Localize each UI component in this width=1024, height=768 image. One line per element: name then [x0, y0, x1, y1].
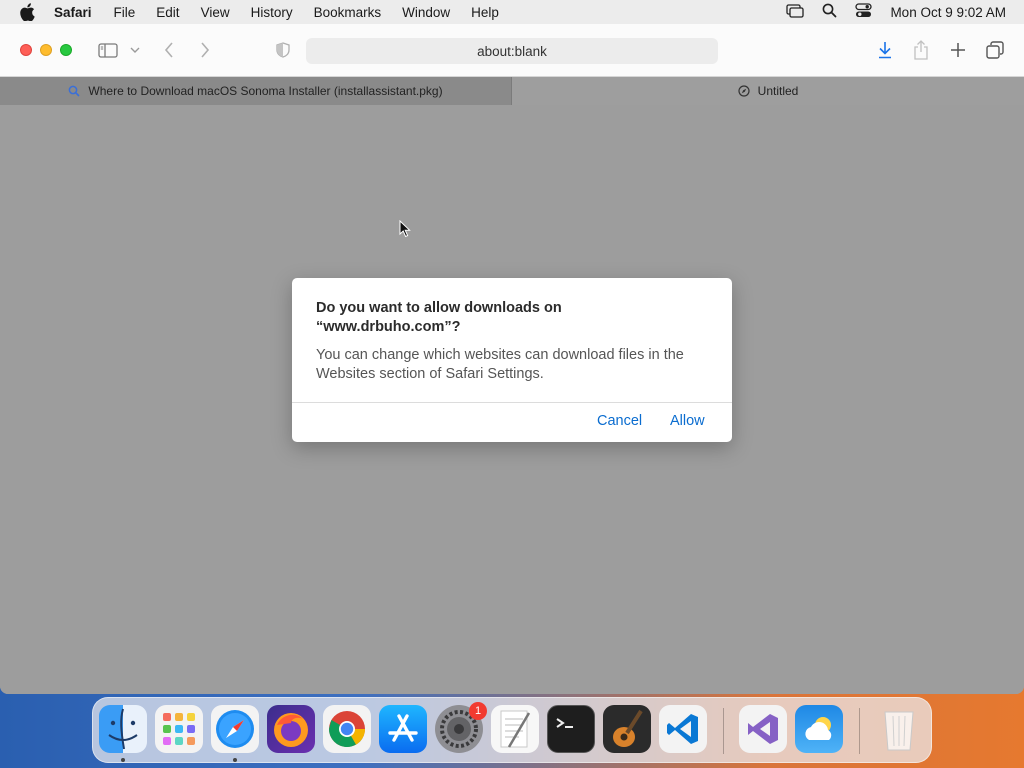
- menu-bar: Safari File Edit View History Bookmarks …: [0, 0, 1024, 24]
- menu-help[interactable]: Help: [471, 5, 499, 20]
- address-text: about:blank: [477, 43, 547, 59]
- garageband-guitar-icon[interactable]: [603, 705, 651, 753]
- terminal-icon[interactable]: [547, 705, 595, 753]
- back-icon[interactable]: [160, 38, 178, 62]
- menu-view[interactable]: View: [201, 5, 230, 20]
- safari-toolbar: about:blank: [0, 24, 1024, 84]
- launchpad-icon[interactable]: [155, 705, 203, 753]
- screen-mirroring-icon[interactable]: [786, 3, 805, 21]
- visual-studio-icon[interactable]: [739, 705, 787, 753]
- tab-bar: Where to Download macOS Sonoma Installer…: [0, 77, 1024, 105]
- tab-label: Untitled: [757, 84, 799, 98]
- address-bar[interactable]: about:blank: [306, 38, 718, 64]
- dock-separator: [723, 708, 724, 754]
- tab-group-chevron-down-icon[interactable]: [128, 38, 142, 62]
- weather-icon[interactable]: [795, 705, 843, 753]
- cancel-button[interactable]: Cancel: [597, 413, 642, 429]
- downloads-icon[interactable]: [874, 38, 896, 62]
- sidebar-toggle-icon[interactable]: [96, 38, 120, 62]
- dialog-title: Do you want to allow downloads on “www.d…: [316, 300, 562, 335]
- safari-app-icon[interactable]: [211, 705, 259, 753]
- menu-file[interactable]: File: [114, 5, 136, 20]
- compass-favicon-icon: [738, 85, 750, 97]
- menu-history[interactable]: History: [251, 5, 293, 20]
- dock: [92, 697, 932, 763]
- menu-safari[interactable]: Safari: [54, 5, 92, 20]
- textedit-icon[interactable]: [491, 705, 539, 753]
- menubar-clock[interactable]: Mon Oct 9 9:02 AM: [890, 5, 1006, 20]
- finder-running-indicator: [121, 758, 125, 762]
- apple-menu-icon[interactable]: [0, 3, 54, 21]
- mouse-pointer-icon: [399, 219, 411, 243]
- minimize-window-button[interactable]: [40, 44, 52, 56]
- dialog-message: You can change which websites can downlo…: [316, 347, 684, 382]
- privacy-shield-icon[interactable]: [274, 38, 292, 62]
- tab-overview-icon[interactable]: [984, 38, 1006, 62]
- spotlight-search-icon[interactable]: [822, 3, 837, 21]
- dock-separator: [859, 708, 860, 754]
- trash-icon[interactable]: [875, 705, 923, 753]
- download-permission-dialog: Do you want to allow downloads on “www.d…: [292, 278, 732, 442]
- vscode-icon[interactable]: [659, 705, 707, 753]
- allow-button[interactable]: Allow: [670, 413, 705, 429]
- chrome-icon[interactable]: [323, 705, 371, 753]
- close-window-button[interactable]: [20, 44, 32, 56]
- share-icon[interactable]: [910, 38, 932, 62]
- control-center-icon[interactable]: [855, 3, 873, 21]
- app-store-icon[interactable]: [379, 705, 427, 753]
- dialog-divider: [292, 402, 732, 403]
- tab-label: Where to Download macOS Sonoma Installer…: [88, 84, 443, 98]
- safari-running-indicator: [233, 758, 237, 762]
- forward-icon[interactable]: [196, 38, 214, 62]
- new-tab-plus-icon[interactable]: [947, 38, 969, 62]
- tab-untitled[interactable]: Untitled: [512, 77, 1024, 105]
- magnifier-favicon-icon: [68, 85, 80, 97]
- finder-icon[interactable]: [99, 705, 147, 753]
- menu-bookmarks[interactable]: Bookmarks: [314, 5, 382, 20]
- menu-edit[interactable]: Edit: [156, 5, 179, 20]
- maximize-window-button[interactable]: [60, 44, 72, 56]
- firefox-icon[interactable]: [267, 705, 315, 753]
- notification-badge: 1: [469, 702, 487, 720]
- menu-window[interactable]: Window: [402, 5, 450, 20]
- tab-drbuho[interactable]: Where to Download macOS Sonoma Installer…: [0, 77, 512, 105]
